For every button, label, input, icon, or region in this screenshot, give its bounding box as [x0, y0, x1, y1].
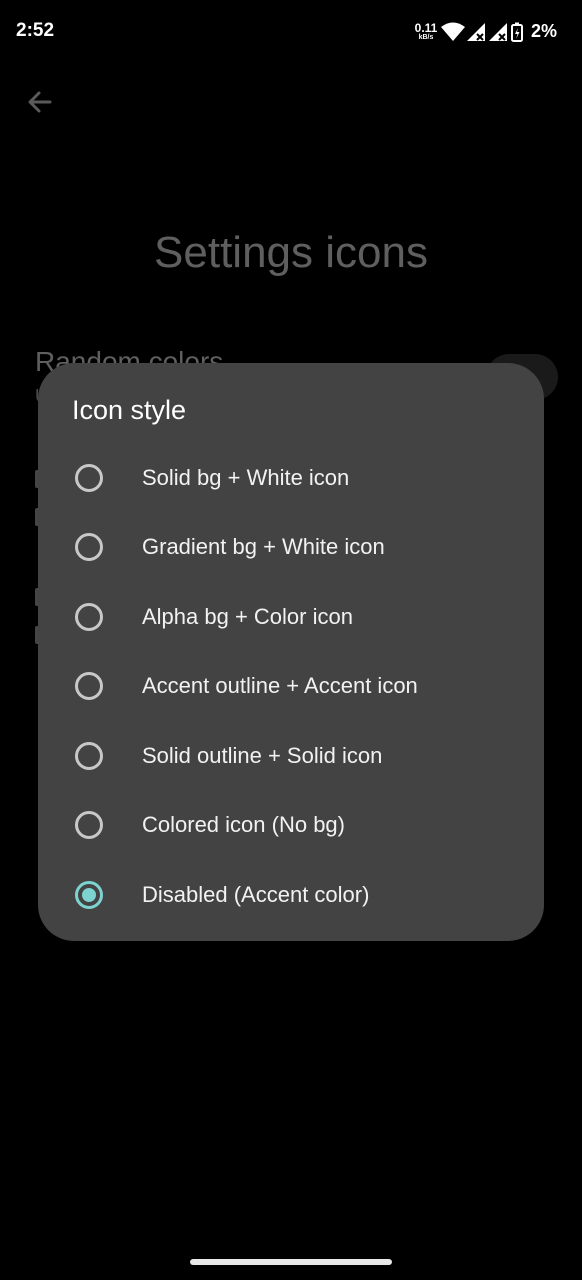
dialog-title: Icon style [72, 395, 187, 425]
radio-button-selected[interactable] [75, 881, 103, 909]
option-solid-outline-solid-icon[interactable]: Solid outline + Solid icon [38, 721, 544, 791]
radio-button[interactable] [75, 533, 103, 561]
radio-button[interactable] [75, 464, 103, 492]
option-label: Colored icon (No bg) [142, 812, 345, 837]
option-solid-bg-white-icon[interactable]: Solid bg + White icon [38, 443, 544, 513]
radio-button[interactable] [75, 811, 103, 839]
option-alpha-bg-color-icon[interactable]: Alpha bg + Color icon [38, 582, 544, 652]
option-disabled-accent-color[interactable]: Disabled (Accent color) [38, 860, 544, 930]
option-label: Accent outline + Accent icon [142, 673, 418, 698]
radio-button[interactable] [75, 603, 103, 631]
option-label: Solid outline + Solid icon [142, 743, 383, 768]
option-label: Gradient bg + White icon [142, 534, 385, 559]
option-label: Disabled (Accent color) [142, 882, 370, 907]
option-label: Alpha bg + Color icon [142, 604, 353, 629]
home-indicator[interactable] [190, 1259, 392, 1265]
icon-style-dialog: Icon style Solid bg + White icon Gradien… [38, 363, 544, 941]
option-label: Solid bg + White icon [142, 465, 350, 490]
radio-button[interactable] [75, 742, 103, 770]
option-gradient-bg-white-icon[interactable]: Gradient bg + White icon [38, 512, 544, 582]
screen: 2:52 0.11 kB/s 2% Settings icons Random … [0, 0, 582, 1280]
radio-button[interactable] [75, 672, 103, 700]
option-accent-outline-accent-icon[interactable]: Accent outline + Accent icon [38, 651, 544, 721]
option-colored-icon-no-bg[interactable]: Colored icon (No bg) [38, 790, 544, 860]
